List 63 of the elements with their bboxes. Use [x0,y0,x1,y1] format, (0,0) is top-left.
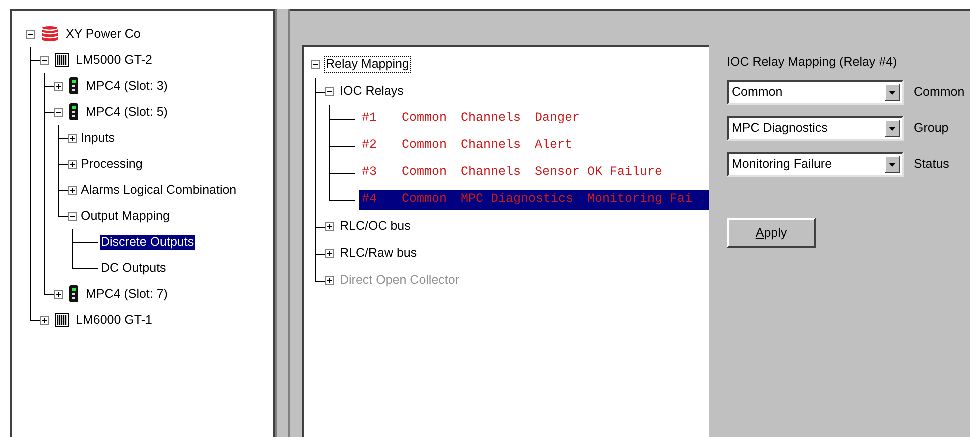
collapse-toggle[interactable] [40,56,49,64]
tree-item[interactable]: MPC4 (Slot: 7) [85,286,169,302]
relay-field: Channels [461,136,522,155]
relay-field: Common [402,136,448,155]
relay-field: Sensor OK Failure [535,163,663,182]
relay-row[interactable]: #1 Common Channels Danger [359,108,620,128]
circuit-card-icon [69,77,79,95]
relay-field: Monitoring Fai [588,190,693,209]
tree-item[interactable]: Inputs [80,130,116,146]
collapse-toggle[interactable] [311,60,320,69]
tree-item[interactable]: DC Outputs [100,260,168,276]
tree-item[interactable]: Discrete Outputs [100,234,196,250]
relay-field: #1 [362,109,388,128]
expand-toggle[interactable] [68,160,77,168]
dropdown[interactable]: Monitoring Failure [727,152,904,177]
relay-field: Common [402,109,448,128]
rack-icon [55,313,69,327]
relay-field: MPC Diagnostics [461,190,574,209]
database-icon [41,26,59,42]
expand-toggle[interactable] [54,82,63,90]
tree-item[interactable]: Output Mapping [80,208,171,224]
relay-field: Common [402,190,448,209]
expand-toggle[interactable] [68,134,77,142]
tree-item[interactable]: Alarms Logical Combination [80,182,238,198]
dropdown[interactable]: Common [727,80,904,105]
tree-item[interactable]: MPC4 (Slot: 3) [85,78,169,94]
circuit-card-icon [69,285,79,303]
tree-item[interactable]: XY Power Co [65,26,142,42]
tree-item[interactable]: MPC4 (Slot: 5) [85,104,169,120]
expand-toggle[interactable] [325,249,334,258]
collapse-toggle[interactable] [26,30,35,38]
circuit-card-icon [69,103,79,121]
tree-item[interactable]: Relay Mapping [324,56,412,73]
collapse-toggle[interactable] [68,212,77,220]
relay-row[interactable]: #2 Common Channels Alert [359,136,613,156]
dropdown[interactable]: MPC Diagnostics [727,116,904,141]
relay-field: #3 [362,163,388,182]
field-label: Common [914,84,965,102]
relay-field: Channels [461,109,522,128]
apply-button[interactable]: Apply [727,218,816,248]
relay-field: Danger [535,109,580,128]
tree-item[interactable]: LM5000 GT-2 [75,52,154,68]
relay-field: #2 [362,136,388,155]
collapse-toggle[interactable] [325,87,334,96]
collapse-toggle[interactable] [54,108,63,116]
tree-item[interactable]: IOC Relays [338,83,406,100]
expand-toggle[interactable] [54,290,63,298]
relay-row[interactable]: #3 Common Channels Sensor OK Failure [359,162,703,182]
expand-toggle[interactable] [325,222,334,231]
form-title: IOC Relay Mapping (Relay #4) [727,54,898,71]
tree-item[interactable]: RLC/Raw bus [338,245,420,262]
field-label: Group [914,120,949,138]
tree-item[interactable]: LM6000 GT-1 [75,312,154,328]
rack-icon [55,53,69,67]
expand-toggle[interactable] [40,316,49,324]
relay-field: Channels [461,163,522,182]
relay-field: Alert [535,136,573,155]
relay-field: #4 [362,190,388,209]
tree-item[interactable]: RLC/OC bus [338,218,413,235]
tree-item[interactable]: Processing [80,156,144,172]
field-label: Status [914,156,950,174]
relay-field: Common [402,163,448,182]
expand-toggle[interactable] [68,186,77,194]
